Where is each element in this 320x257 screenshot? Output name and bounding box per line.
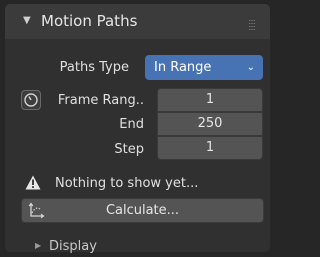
grip-icon[interactable]: :::::::: [248, 18, 262, 32]
warning-icon [25, 175, 41, 194]
frame-range-start-field[interactable]: 1 [157, 88, 263, 112]
frame-range-label: Frame Rang.. [57, 93, 144, 108]
frame-range-end-field[interactable]: 250 [157, 112, 263, 136]
step-label: Step [114, 142, 144, 157]
calculate-button[interactable]: Calculate... [21, 198, 264, 223]
clock-icon[interactable] [21, 90, 41, 110]
status-message: Nothing to show yet... [55, 176, 199, 191]
paths-type-value: In Range [154, 60, 212, 75]
triangle-down-icon[interactable]: ▼ [23, 15, 31, 26]
end-label: End [119, 117, 144, 132]
chevron-down-icon: ⌄ [246, 62, 255, 73]
panel-title: Motion Paths [41, 12, 138, 30]
display-subpanel-header[interactable]: Display [49, 239, 97, 254]
paths-type-label: Paths Type [59, 60, 129, 75]
panel-header[interactable]: ▼ Motion Paths :::::::: [5, 4, 270, 39]
calculate-button-label: Calculate... [105, 203, 180, 218]
step-field[interactable]: 1 [157, 136, 263, 160]
motion-paths-panel: ▼ Motion Paths :::::::: Paths Type In Ra… [5, 4, 270, 254]
paths-type-dropdown[interactable]: In Range ⌄ [145, 55, 263, 80]
triangle-right-icon[interactable]: ▶ [35, 241, 41, 250]
